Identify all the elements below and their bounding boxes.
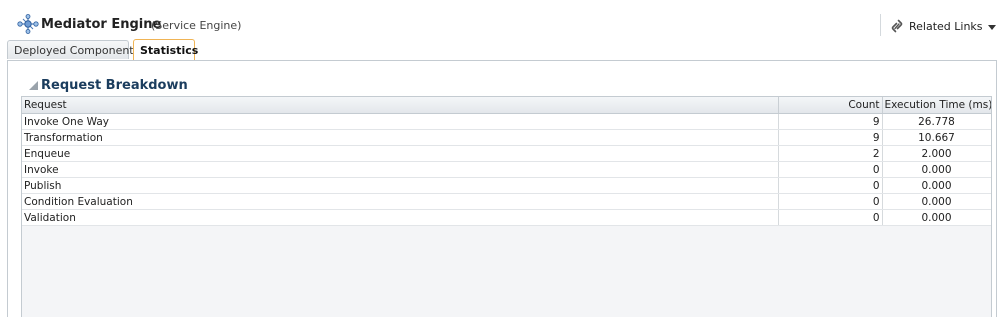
related-links-label: Related Links	[909, 19, 983, 33]
tab-deployed-components[interactable]: Deployed Components	[7, 40, 139, 59]
table-row[interactable]: Transformation 9 10.667	[22, 129, 991, 146]
request-cell: Validation	[22, 209, 779, 226]
execution-time-cell: 0.000	[882, 209, 991, 226]
page-header: Mediator Engine (Service Engine) Related…	[0, 0, 1000, 40]
execution-time-cell: 0.000	[882, 177, 991, 194]
count-cell: 0	[778, 209, 883, 226]
disclosure-triangle-icon[interactable]	[29, 80, 38, 90]
table-row[interactable]: Condition Evaluation 0 0.000	[22, 193, 991, 210]
table-header-row: Request Count Execution Time (ms)	[22, 97, 991, 114]
count-cell: 0	[778, 161, 883, 178]
execution-time-cell: 2.000	[882, 145, 991, 162]
page-subtitle: (Service Engine)	[151, 19, 242, 32]
count-cell: 2	[778, 145, 883, 162]
table-row[interactable]: Invoke 0 0.000	[22, 161, 991, 178]
execution-time-cell: 0.000	[882, 193, 991, 210]
column-header-count[interactable]: Count	[778, 97, 883, 114]
request-cell: Publish	[22, 177, 779, 194]
tab-statistics[interactable]: Statistics	[133, 39, 198, 60]
count-cell: 0	[778, 193, 883, 210]
related-links-menu[interactable]: Related Links	[890, 17, 996, 35]
count-cell: 9	[778, 113, 883, 130]
column-header-execution-time[interactable]: Execution Time (ms)	[882, 97, 991, 114]
request-cell: Invoke	[22, 161, 779, 178]
request-breakdown-table: Request Count Execution Time (ms) Invoke…	[21, 96, 992, 317]
request-cell: Transformation	[22, 129, 779, 146]
execution-time-cell: 26.778	[882, 113, 991, 130]
request-cell: Enqueue	[22, 145, 779, 162]
count-cell: 0	[778, 177, 883, 194]
table-row[interactable]: Publish 0 0.000	[22, 177, 991, 194]
table-row[interactable]: Enqueue 2 2.000	[22, 145, 991, 162]
execution-time-cell: 10.667	[882, 129, 991, 146]
section-title: Request Breakdown	[41, 77, 188, 93]
execution-time-cell: 0.000	[882, 161, 991, 178]
chevron-down-icon	[987, 24, 996, 30]
table-row[interactable]: Validation 0 0.000	[22, 209, 991, 226]
page-title: Mediator Engine	[41, 17, 162, 32]
header-divider	[880, 14, 881, 36]
column-header-request[interactable]: Request	[22, 97, 779, 114]
request-breakdown-header[interactable]: Request Breakdown	[29, 77, 188, 93]
table-row[interactable]: Invoke One Way 9 26.778	[22, 113, 991, 130]
count-cell: 9	[778, 129, 883, 146]
mediator-engine-icon	[17, 14, 39, 34]
request-cell: Condition Evaluation	[22, 193, 779, 210]
request-cell: Invoke One Way	[22, 113, 779, 130]
link-icon	[891, 19, 903, 33]
